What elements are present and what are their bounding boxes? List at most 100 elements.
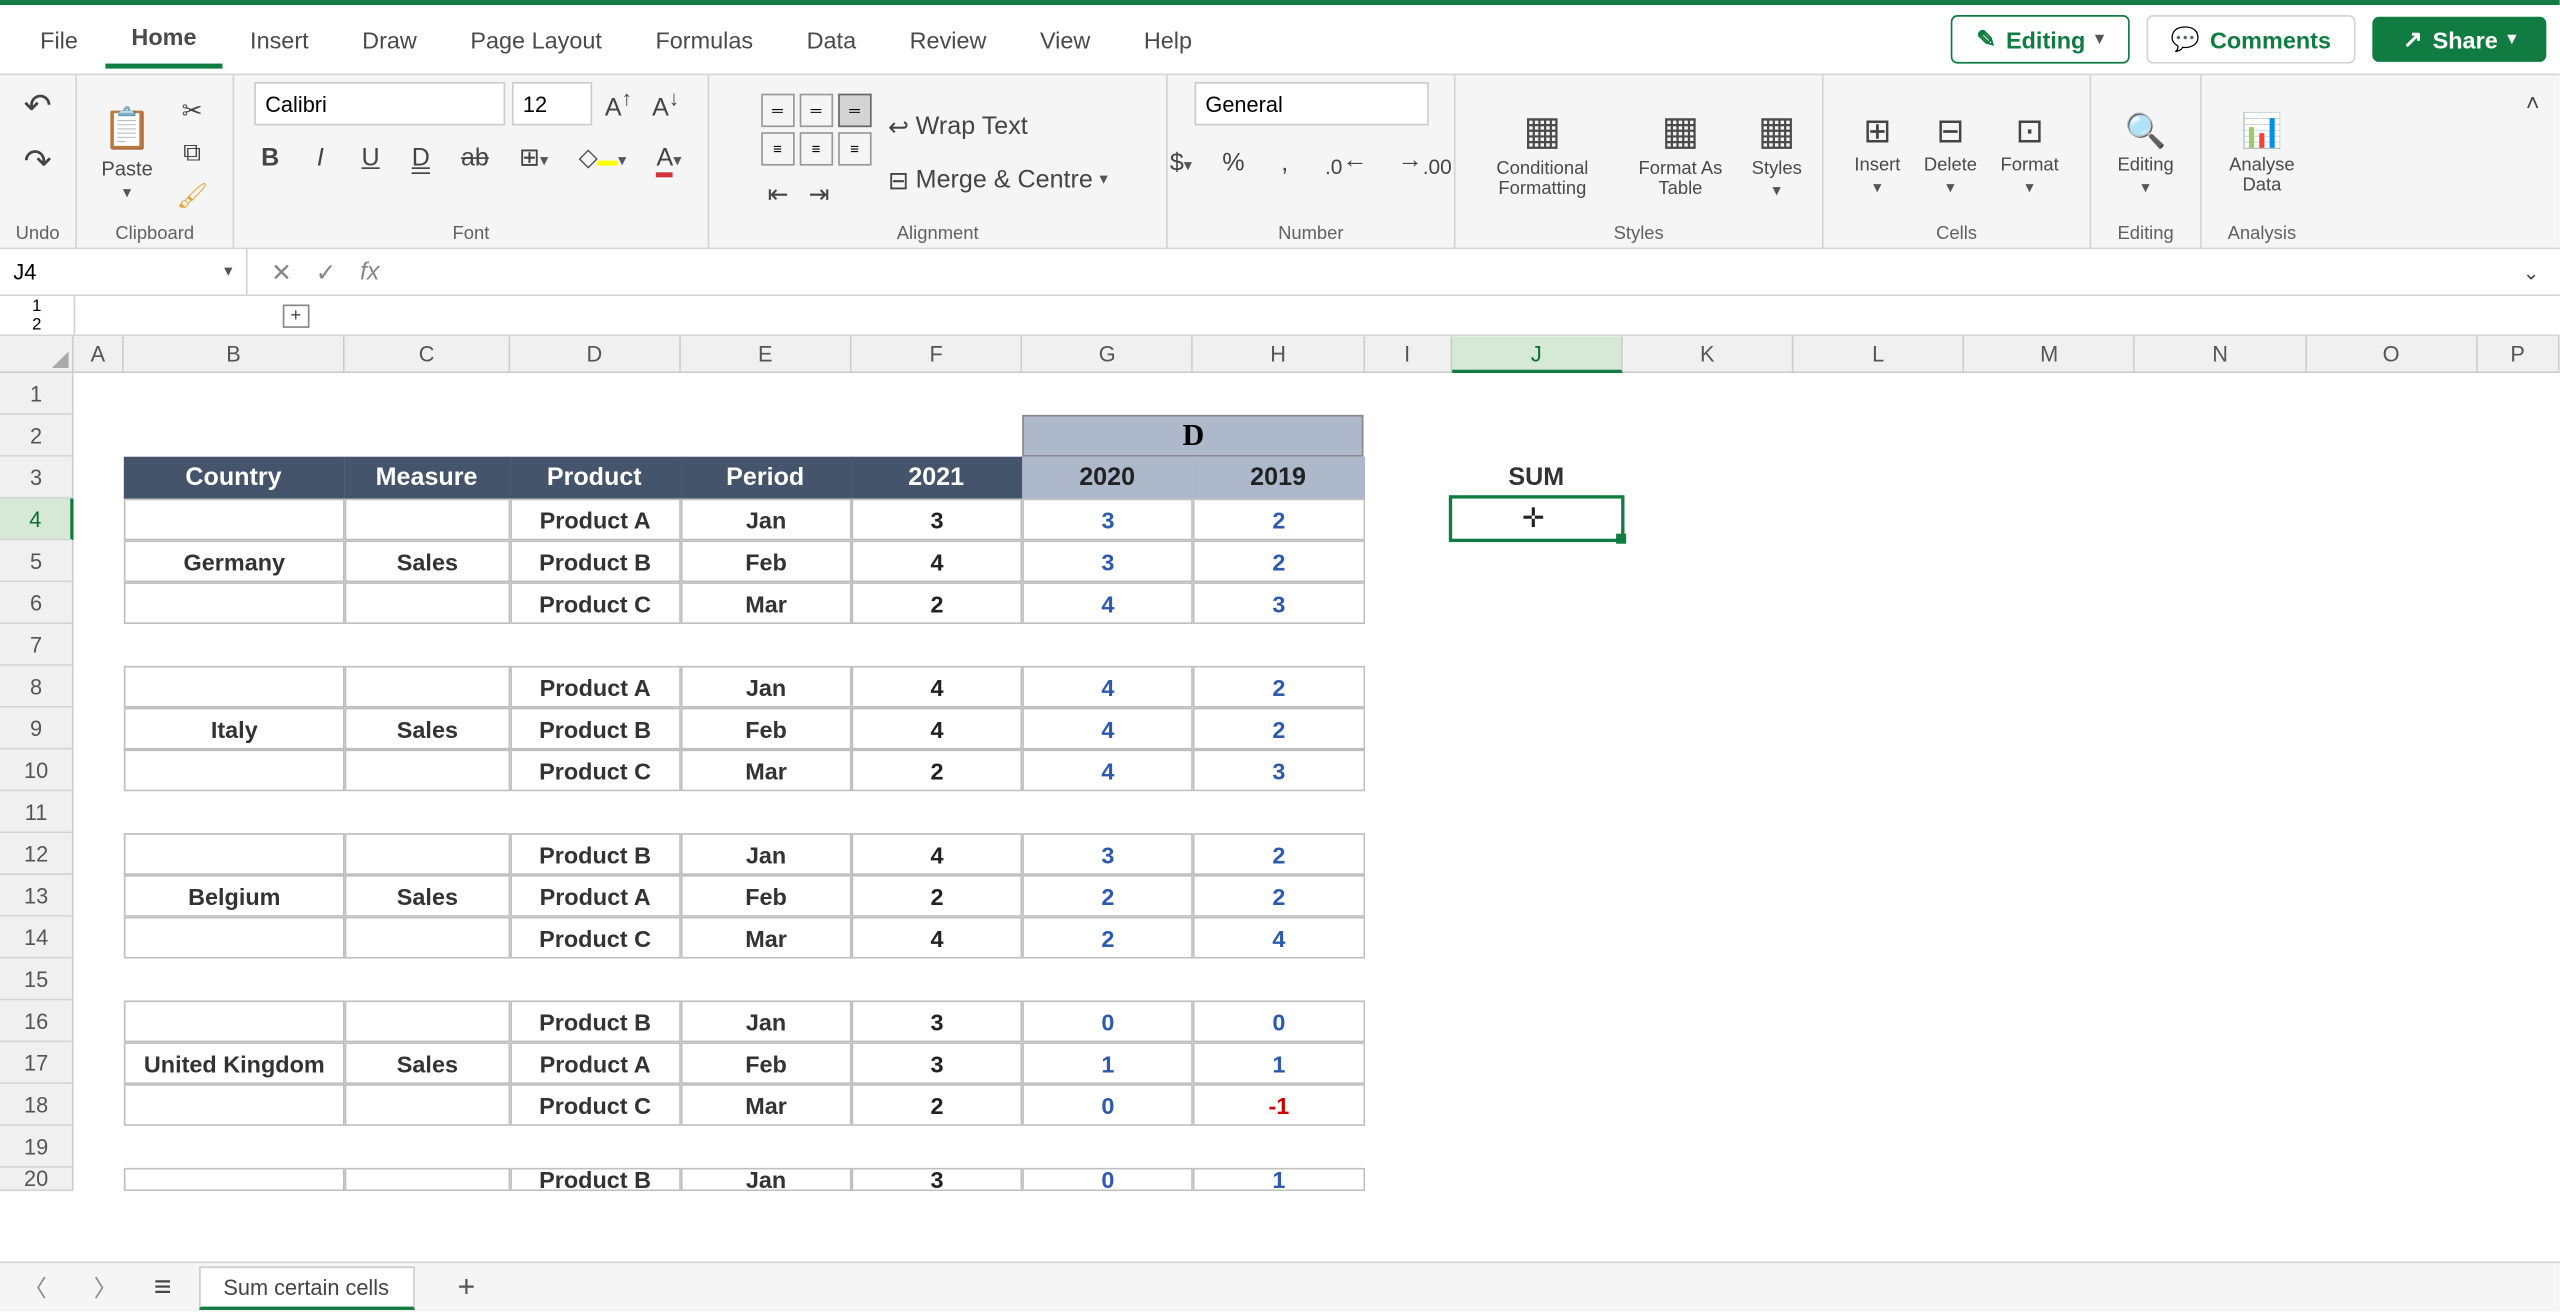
cell-J4[interactable]: ✛ — [1452, 499, 1623, 541]
cell-D1[interactable] — [510, 373, 681, 415]
increase-decimal-button[interactable]: .0← — [1318, 142, 1374, 182]
cell-L13[interactable] — [1794, 875, 1965, 917]
cell-N18[interactable] — [2135, 1084, 2306, 1126]
menu-file[interactable]: File — [13, 13, 104, 67]
cell-C7[interactable] — [345, 624, 509, 666]
menu-page-layout[interactable]: Page Layout — [444, 13, 629, 67]
cell-B17[interactable]: United Kingdom — [123, 1042, 345, 1084]
cell-M5[interactable] — [1964, 540, 2135, 582]
cell-I3[interactable] — [1364, 457, 1451, 499]
cell-O18[interactable] — [2306, 1084, 2477, 1126]
cell-I2[interactable] — [1364, 415, 1451, 457]
col-header-A[interactable]: A — [74, 336, 123, 373]
cell-K17[interactable] — [1623, 1042, 1794, 1084]
cell-K8[interactable] — [1623, 666, 1794, 708]
conditional-formatting-button[interactable]: ▦Conditional Formatting — [1469, 104, 1616, 203]
cell-A8[interactable] — [74, 666, 124, 708]
cell-A15[interactable] — [74, 959, 124, 1001]
cell-L4[interactable] — [1794, 499, 1965, 541]
cell-P4[interactable] — [2477, 499, 2559, 541]
cell-G8[interactable]: 4 — [1022, 666, 1193, 708]
row-header-3[interactable]: 3 — [0, 457, 74, 499]
add-sheet-button[interactable]: + — [441, 1270, 492, 1305]
cell-N6[interactable] — [2135, 582, 2306, 624]
cell-G14[interactable]: 2 — [1022, 917, 1193, 959]
row-header-6[interactable]: 6 — [0, 582, 74, 624]
cell-B18[interactable] — [123, 1084, 345, 1126]
cell-N14[interactable] — [2135, 917, 2306, 959]
cell-O15[interactable] — [2306, 959, 2477, 1001]
cell-M6[interactable] — [1964, 582, 2135, 624]
menu-insert[interactable]: Insert — [223, 13, 335, 67]
cell-C4[interactable] — [345, 499, 509, 541]
cell-H6[interactable]: 3 — [1193, 582, 1364, 624]
cell-E11[interactable] — [681, 791, 852, 833]
sheet-tab[interactable]: Sum certain cells — [198, 1266, 414, 1309]
row-header-20[interactable]: 20 — [0, 1168, 74, 1191]
cell-G7[interactable] — [1022, 624, 1193, 666]
delete-cells-button[interactable]: ⊟Delete▾ — [1917, 106, 1984, 200]
cell-N8[interactable] — [2135, 666, 2306, 708]
share-button[interactable]: ↗ Share ▾ — [2373, 17, 2546, 62]
format-painter-button[interactable]: 🖌 — [169, 177, 214, 214]
cell-I7[interactable] — [1364, 624, 1451, 666]
cell-I18[interactable] — [1364, 1084, 1451, 1126]
cell-L9[interactable] — [1794, 708, 1965, 750]
decrease-decimal-button[interactable]: →.00 — [1391, 142, 1459, 182]
cell-C15[interactable] — [345, 959, 509, 1001]
cell-L7[interactable] — [1794, 624, 1965, 666]
cell-I1[interactable] — [1364, 373, 1451, 415]
format-as-table-button[interactable]: ▦Format As Table — [1626, 104, 1735, 203]
cell-D13[interactable]: Product A — [510, 875, 681, 917]
cell-D15[interactable] — [510, 959, 681, 1001]
cell-L8[interactable] — [1794, 666, 1965, 708]
cell-K16[interactable] — [1623, 1000, 1794, 1042]
cell-N20[interactable] — [2135, 1168, 2306, 1191]
cell-N10[interactable] — [2135, 750, 2306, 792]
all-sheets-button[interactable]: ≡ — [154, 1270, 172, 1305]
cell-O13[interactable] — [2306, 875, 2477, 917]
cell-B16[interactable] — [123, 1000, 345, 1042]
menu-help[interactable]: Help — [1117, 13, 1219, 67]
cell-H8[interactable]: 2 — [1193, 666, 1364, 708]
cell-M12[interactable] — [1964, 833, 2135, 875]
cell-C9[interactable]: Sales — [345, 708, 509, 750]
col-header-I[interactable]: I — [1364, 336, 1451, 373]
cell-P6[interactable] — [2477, 582, 2559, 624]
cell-L6[interactable] — [1794, 582, 1965, 624]
cell-B4[interactable] — [123, 499, 345, 541]
col-header-G[interactable]: G — [1023, 336, 1194, 373]
cell-L17[interactable] — [1794, 1042, 1965, 1084]
cell-N5[interactable] — [2135, 540, 2306, 582]
cell-J6[interactable] — [1452, 582, 1623, 624]
cell-I9[interactable] — [1364, 708, 1451, 750]
cell-L2[interactable] — [1793, 415, 1964, 457]
expand-formula-bar-button[interactable]: ⌄ — [2503, 260, 2560, 283]
cell-C2[interactable] — [345, 415, 509, 457]
cell-K2[interactable] — [1622, 415, 1793, 457]
cell-H10[interactable]: 3 — [1193, 750, 1364, 792]
cell-A16[interactable] — [74, 1000, 124, 1042]
cell-M11[interactable] — [1965, 791, 2136, 833]
cell-E6[interactable]: Mar — [681, 582, 852, 624]
cell-B1[interactable] — [123, 373, 345, 415]
mode-editing-button[interactable]: ✎ Editing ▾ — [1951, 15, 2129, 64]
row-header-10[interactable]: 10 — [0, 750, 74, 792]
row-header-16[interactable]: 16 — [0, 1000, 74, 1042]
cell-J12[interactable] — [1452, 833, 1623, 875]
number-format-select[interactable] — [1194, 82, 1428, 125]
cell-F7[interactable] — [852, 624, 1023, 666]
cell-J14[interactable] — [1452, 917, 1623, 959]
cell-B9[interactable]: Italy — [123, 708, 345, 750]
cell-F13[interactable]: 2 — [852, 875, 1023, 917]
cell-N12[interactable] — [2135, 833, 2306, 875]
cell-O7[interactable] — [2306, 624, 2477, 666]
cell-G4[interactable]: 3 — [1023, 499, 1194, 541]
cell-N4[interactable] — [2135, 499, 2306, 541]
cell-J7[interactable] — [1452, 624, 1623, 666]
row-header-17[interactable]: 17 — [0, 1042, 74, 1084]
cell-H19[interactable] — [1193, 1126, 1364, 1168]
cell-H5[interactable]: 2 — [1193, 540, 1364, 582]
editing-dropdown[interactable]: 🔍Editing▾ — [2111, 106, 2181, 200]
row-header-12[interactable]: 12 — [0, 833, 74, 875]
